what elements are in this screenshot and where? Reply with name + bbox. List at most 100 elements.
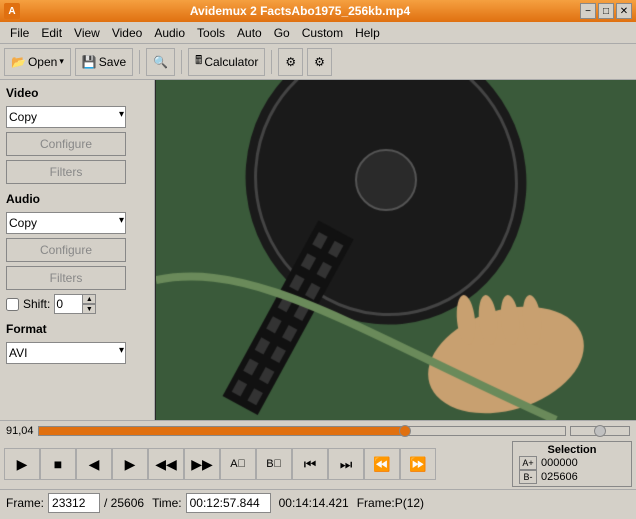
goto-end-button[interactable]: ⏩ xyxy=(400,448,436,480)
interp-icon: ⚙ xyxy=(285,55,296,69)
save-icon: 💾 xyxy=(82,55,97,69)
shift-down-button[interactable]: ▼ xyxy=(82,304,96,314)
menubar: FileEditViewVideoAudioToolsAutoGoCustomH… xyxy=(0,22,636,44)
menu-item-go[interactable]: Go xyxy=(268,24,296,42)
video-codec-wrapper: Copy MPEG-4 AVC MPEG-2 FFV1 ▾ xyxy=(6,106,126,128)
video-codec-select[interactable]: Copy MPEG-4 AVC MPEG-2 FFV1 xyxy=(6,106,126,128)
audio-section-label: Audio xyxy=(6,192,148,206)
toolbar-sep-1 xyxy=(139,50,140,74)
toolbar: 📂 Open ▾ 💾 Save 🔍 🖩 Calculator ⚙ ⚙ xyxy=(0,44,636,80)
calculator-button[interactable]: 🖩 Calculator xyxy=(188,48,265,76)
prev-frame-icon: ◀ xyxy=(89,456,100,473)
volume-slider[interactable] xyxy=(570,426,630,436)
open-button[interactable]: 📂 Open ▾ xyxy=(4,48,71,76)
menu-item-video[interactable]: Video xyxy=(106,24,148,42)
maximize-button[interactable]: □ xyxy=(598,3,614,19)
close-button[interactable]: ✕ xyxy=(616,3,632,19)
open-dropdown-arrow[interactable]: ▾ xyxy=(59,56,64,67)
shift-checkbox[interactable] xyxy=(6,298,19,311)
titlebar: A Avidemux 2 FactsAbo1975_256kb.mp4 − □ … xyxy=(0,0,636,22)
extra-icon: ⚙ xyxy=(314,55,325,69)
audio-codec-select[interactable]: Copy MP3 AAC AC3 xyxy=(6,212,126,234)
selection-a-value: 000000 xyxy=(541,457,578,469)
format-wrapper: AVI MKV MP4 MOV ▾ xyxy=(6,342,126,364)
prev-keyframe-icon: ⏮ xyxy=(304,456,317,473)
zoom-button[interactable]: 🔍 xyxy=(146,48,175,76)
menu-item-help[interactable]: Help xyxy=(349,24,386,42)
time-label: Time: xyxy=(152,496,182,510)
extra-button[interactable]: ⚙ xyxy=(307,48,332,76)
play-button[interactable]: ▶ xyxy=(4,448,40,480)
play-icon: ▶ xyxy=(17,456,28,473)
audio-codec-wrapper: Copy MP3 AAC AC3 ▾ xyxy=(6,212,126,234)
next-keyframe-button[interactable]: ⏭ xyxy=(328,448,364,480)
video-section-label: Video xyxy=(6,86,148,100)
selection-b-row: B- 025606 xyxy=(519,470,625,484)
ffwd-button[interactable]: ▶▶ xyxy=(184,448,220,480)
shift-up-button[interactable]: ▲ xyxy=(82,294,96,304)
menu-item-edit[interactable]: Edit xyxy=(35,24,68,42)
mark-a-button[interactable]: A⃥ xyxy=(220,448,256,480)
toolbar-sep-3 xyxy=(271,50,272,74)
mark-b-button[interactable]: B⃥ xyxy=(256,448,292,480)
audio-configure-button[interactable]: Configure xyxy=(6,238,126,262)
next-frame-button[interactable]: ▶ xyxy=(112,448,148,480)
toolbar-sep-2 xyxy=(181,50,182,74)
next-keyframe-icon: ⏭ xyxy=(340,456,353,473)
selection-b-icon[interactable]: B- xyxy=(519,470,537,484)
calculator-icon: 🖩 xyxy=(195,51,202,72)
menu-item-custom[interactable]: Custom xyxy=(296,24,349,42)
titlebar-title: Avidemux 2 FactsAbo1975_256kb.mp4 xyxy=(20,4,580,18)
format-select[interactable]: AVI MKV MP4 MOV xyxy=(6,342,126,364)
frame-label: Frame: xyxy=(6,496,44,510)
mark-b-icon: B⃥ xyxy=(266,458,282,470)
time-input[interactable] xyxy=(186,493,271,513)
frame-input[interactable] xyxy=(48,493,100,513)
titlebar-controls: − □ ✕ xyxy=(580,3,632,19)
interp-button[interactable]: ⚙ xyxy=(278,48,303,76)
menu-item-view[interactable]: View xyxy=(68,24,106,42)
minimize-button[interactable]: − xyxy=(580,3,596,19)
frame-info: Frame:P(12) xyxy=(357,496,424,510)
mark-a-icon: A⃥ xyxy=(230,458,246,470)
selection-b-value: 025606 xyxy=(541,471,578,483)
seekbar[interactable] xyxy=(38,426,566,436)
shift-spinner: ▲ ▼ xyxy=(54,294,96,314)
app-icon: A xyxy=(4,3,20,19)
selection-a-icon[interactable]: A+ xyxy=(519,456,537,470)
left-panel: Video Copy MPEG-4 AVC MPEG-2 FFV1 ▾ Conf… xyxy=(0,80,155,420)
stop-button[interactable]: ■ xyxy=(40,448,76,480)
titlebar-left: A xyxy=(4,3,20,19)
format-section-label: Format xyxy=(6,322,148,336)
prev-frame-button[interactable]: ◀ xyxy=(76,448,112,480)
seek-position-label: 91,04 xyxy=(6,425,34,437)
time-group: Time: xyxy=(152,493,271,513)
prev-keyframe-button[interactable]: ⏮ xyxy=(292,448,328,480)
goto-start-icon: ⏪ xyxy=(373,456,390,473)
zoom-icon: 🔍 xyxy=(153,55,168,69)
next-frame-icon: ▶ xyxy=(125,456,136,473)
menu-item-audio[interactable]: Audio xyxy=(148,24,191,42)
shift-spin-btns: ▲ ▼ xyxy=(82,294,96,314)
menu-item-auto[interactable]: Auto xyxy=(231,24,268,42)
goto-start-button[interactable]: ⏪ xyxy=(364,448,400,480)
selection-a-row: A+ 000000 xyxy=(519,456,625,470)
menu-item-tools[interactable]: Tools xyxy=(191,24,231,42)
audio-filters-button[interactable]: Filters xyxy=(6,266,126,290)
rewind-button[interactable]: ◀◀ xyxy=(148,448,184,480)
video-canvas xyxy=(156,80,636,420)
main-area: Video Copy MPEG-4 AVC MPEG-2 FFV1 ▾ Conf… xyxy=(0,80,636,420)
video-frame xyxy=(155,80,636,420)
total-frames: / 25606 xyxy=(104,496,144,510)
stop-icon: ■ xyxy=(54,456,62,472)
save-button[interactable]: 💾 Save xyxy=(75,48,133,76)
bottom-controls: 91,04 ▶ ■ ◀ ▶ ◀◀ ▶▶ A⃥ B⃥ ⏮ xyxy=(0,420,636,516)
video-configure-button[interactable]: Configure xyxy=(6,132,126,156)
end-time: 00:14:14.421 xyxy=(279,496,349,510)
rewind-icon: ◀◀ xyxy=(155,456,177,473)
selection-box: Selection A+ 000000 B- 025606 xyxy=(512,441,632,487)
menu-item-file[interactable]: File xyxy=(4,24,35,42)
seekbar-row: 91,04 xyxy=(0,421,636,439)
video-filters-button[interactable]: Filters xyxy=(6,160,126,184)
shift-label: Shift: xyxy=(23,297,50,311)
